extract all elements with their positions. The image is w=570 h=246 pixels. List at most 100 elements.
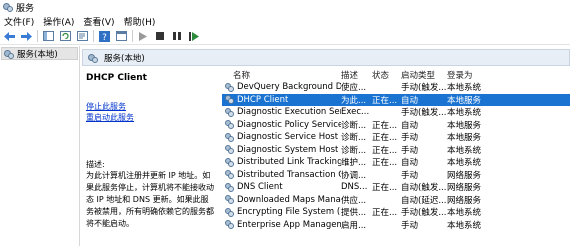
- restart-service-link[interactable]: 重启动此服务: [86, 112, 215, 123]
- cell-name: Distributed Transaction Co...: [222, 170, 341, 180]
- column-header-status[interactable]: 状态: [372, 69, 401, 81]
- cell-log-on-as: 本地系统: [447, 83, 482, 94]
- details-pane: 服务(本地) DHCP Client 停止此服务 重启动此服务 描述: 为此计算…: [82, 46, 570, 246]
- refresh-icon[interactable]: [59, 30, 71, 42]
- cell-log-on-as: 本地系统: [447, 220, 482, 231]
- service-gear-icon: [225, 145, 234, 155]
- cell-description: 协调...: [341, 170, 367, 181]
- service-name: Distributed Transaction Co...: [237, 169, 341, 180]
- back-icon[interactable]: [3, 30, 15, 42]
- help-icon[interactable]: ?: [98, 30, 110, 42]
- pane-header-label: 服务(本地): [104, 53, 145, 64]
- toolbar: ?: [0, 28, 570, 45]
- cell-log-on-as: 本地系统: [447, 208, 482, 219]
- cell-status: 正在...: [372, 133, 398, 144]
- console-tree-icon[interactable]: [42, 30, 54, 42]
- console-tree: 服务(本地): [0, 46, 80, 246]
- cell-name: Diagnostic Service Host: [222, 132, 341, 142]
- column-header-name[interactable]: 名称: [222, 69, 341, 81]
- cell-status: 正在...: [372, 145, 398, 156]
- service-name: DevQuery Background Dis...: [237, 82, 341, 93]
- menu-action[interactable]: 操作(A): [43, 15, 74, 28]
- service-name: Diagnostic System Host: [237, 144, 339, 155]
- table-row[interactable]: DevQuery Background Dis...使应... 手动(触发...本…: [222, 81, 570, 94]
- table-row[interactable]: DHCP Client 为此... 正在... 自动 本地服务: [222, 93, 570, 106]
- cell-description: 维护...: [341, 158, 367, 169]
- window-title: 服务: [16, 3, 35, 14]
- restart-icon[interactable]: [188, 30, 200, 42]
- table-row[interactable]: Diagnostic System Host 诊断... 正在... 手动 本地系统: [222, 144, 570, 157]
- service-name: Diagnostic Service Host: [237, 132, 339, 143]
- services-gear-icon: [88, 53, 98, 63]
- cell-startup-type: 自动(触发...: [401, 183, 447, 194]
- cell-log-on-as: 本地系统: [447, 158, 482, 169]
- cell-status: 正在...: [372, 120, 398, 131]
- list-header: 名称 描述 状态 启动类型 登录为: [222, 68, 570, 81]
- service-gear-icon: [225, 182, 234, 192]
- table-row[interactable]: Distributed Transaction Co...协调... 手动 网络服务: [222, 169, 570, 182]
- cell-description: 使应...: [341, 83, 367, 94]
- cell-description: 为此...: [341, 95, 367, 106]
- service-gear-icon: [225, 157, 234, 167]
- list-rows: DevQuery Background Dis...使应...手动(触发...本…: [222, 81, 570, 231]
- tree-item-services-local[interactable]: 服务(本地): [1, 47, 78, 60]
- export-icon[interactable]: [76, 30, 88, 42]
- service-name: Distributed Link Tracking C...: [237, 157, 341, 168]
- stop-service-link[interactable]: 停止此服务: [86, 101, 215, 112]
- forward-icon[interactable]: [20, 30, 32, 42]
- column-header-startup-type[interactable]: 启动类型: [401, 69, 447, 81]
- title-bar: 服务: [0, 0, 570, 14]
- description-label: 描述:: [86, 160, 105, 169]
- service-gear-icon: [225, 120, 234, 130]
- service-name: Diagnostic Policy Service: [237, 119, 341, 130]
- svg-text:?: ?: [102, 33, 107, 42]
- description-panel: DHCP Client 停止此服务 重启动此服务 描述: 为此计算机注册并更新 …: [82, 68, 219, 246]
- cell-log-on-as: 本地服务: [447, 133, 482, 144]
- column-header-log-on-as[interactable]: 登录为: [447, 69, 507, 81]
- table-row[interactable]: Diagnostic Service Host 诊断... 正在... 手动 本地服务: [222, 131, 570, 144]
- table-row[interactable]: Enterprise App Manageme...启用... 手动 本地系统: [222, 219, 570, 232]
- menu-view[interactable]: 查看(V): [83, 15, 114, 28]
- table-row[interactable]: Encrypting File System (EFS)提供... 正在...手动…: [222, 206, 570, 219]
- cell-startup-type: 手动: [401, 133, 419, 144]
- cell-description: 诊断...: [341, 133, 367, 144]
- cell-log-on-as: 本地系统: [447, 145, 482, 156]
- cell-name: Distributed Link Tracking C...: [222, 157, 341, 167]
- service-gear-icon: [225, 132, 234, 142]
- cell-description: 提供...: [341, 208, 367, 219]
- cell-startup-type: 手动(触发...: [401, 108, 447, 119]
- cell-description: 供应...: [341, 195, 367, 206]
- cell-status: 正在...: [372, 158, 398, 169]
- toolbar-separator: [132, 30, 133, 42]
- pause-icon[interactable]: [171, 30, 183, 42]
- cell-name: Enterprise App Manageme...: [222, 220, 341, 230]
- menu-help[interactable]: 帮助(H): [124, 15, 156, 28]
- table-row[interactable]: Diagnostic Policy Service 诊断... 正在... 自动 本地服…: [222, 119, 570, 132]
- cell-startup-type: 自动: [401, 158, 419, 169]
- service-gear-icon: [225, 207, 234, 217]
- description-text: 为此计算机注册并更新 IP 地址。如果此服务停止，计算机将不能接收动态 IP 地…: [86, 171, 214, 228]
- cell-log-on-as: 网络服务: [447, 195, 482, 206]
- table-row[interactable]: Distributed Link Tracking C...维护... 正在...…: [222, 156, 570, 169]
- cell-description: Exec...: [341, 107, 370, 118]
- service-name-heading: DHCP Client: [86, 73, 147, 83]
- service-gear-icon: [225, 107, 234, 117]
- stop-icon[interactable]: [154, 30, 166, 42]
- cell-log-on-as: 本地服务: [447, 95, 482, 106]
- column-header-description[interactable]: 描述: [341, 69, 372, 81]
- cell-startup-type: 手动: [401, 145, 419, 156]
- cell-name: DNS Client: [222, 182, 341, 192]
- cell-startup-type: 手动(触发...: [401, 83, 447, 94]
- table-row[interactable]: Diagnostic Execution ServiceExec... 手动(触发…: [222, 106, 570, 119]
- play-icon[interactable]: [137, 30, 149, 42]
- cell-log-on-as: 网络服务: [447, 183, 482, 194]
- table-row[interactable]: DNS Client DNS... 正在... 自动(触发... 网络服务: [222, 181, 570, 194]
- cell-name: DevQuery Background Dis...: [222, 82, 341, 92]
- menu-file[interactable]: 文件(F): [4, 15, 34, 28]
- cell-name: Diagnostic Execution Service: [222, 107, 341, 117]
- table-row[interactable]: Downloaded Maps Manager供应... 自动(延迟...网络服务: [222, 194, 570, 207]
- service-gear-icon: [225, 220, 234, 230]
- cell-description: 诊断...: [341, 120, 367, 131]
- cell-startup-type: 自动: [401, 95, 419, 106]
- properties-icon[interactable]: [115, 30, 127, 42]
